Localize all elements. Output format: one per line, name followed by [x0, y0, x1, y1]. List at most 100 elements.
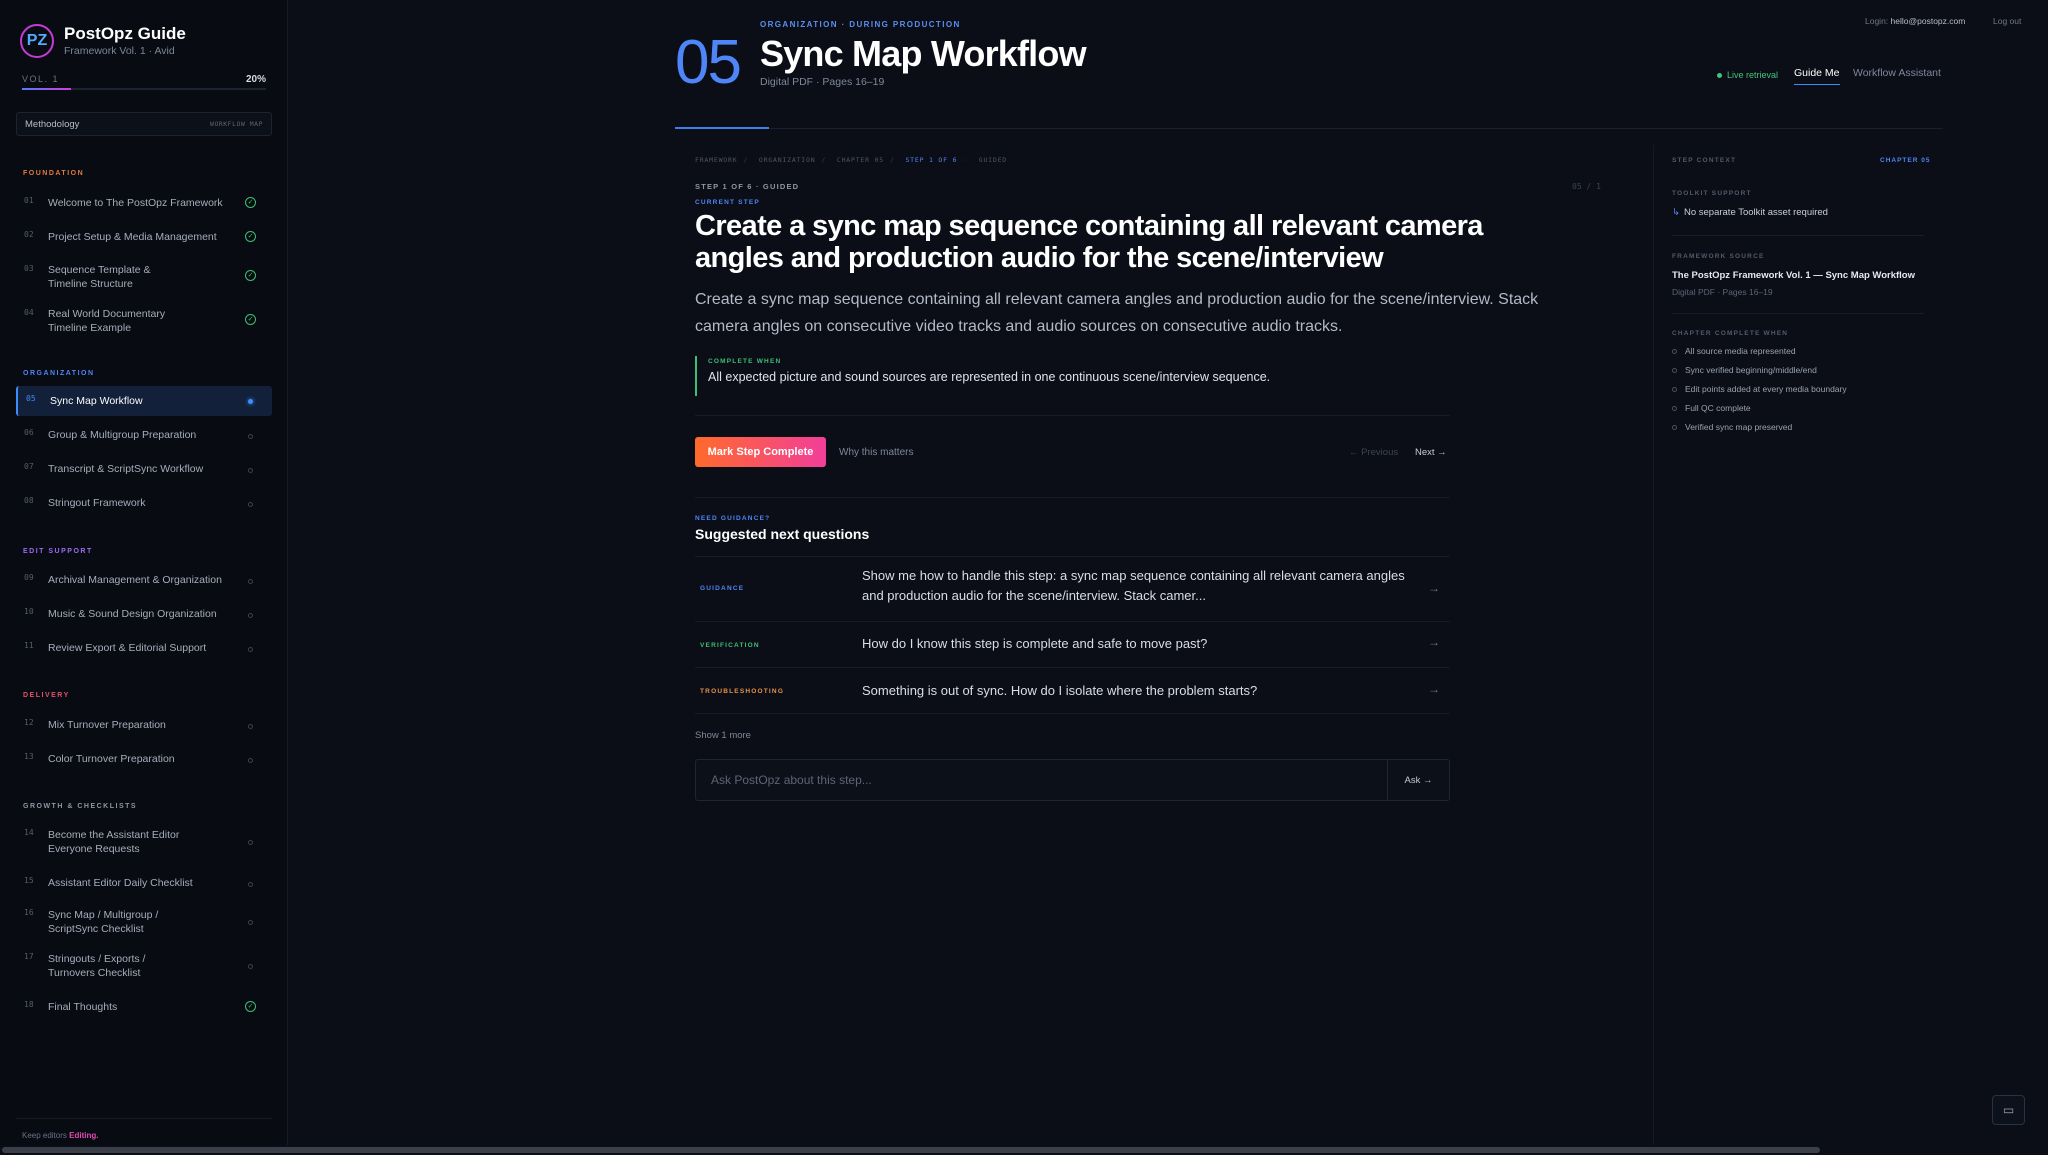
suggested-question-guidance[interactable]: GUIDANCE Show me how to handle this step… [695, 556, 1450, 621]
breadcrumb-mode: GUIDED [978, 156, 1008, 164]
why-this-matters-link[interactable]: Why this matters [839, 447, 913, 458]
divider [695, 497, 1450, 498]
item-label: Assistant Editor Daily Checklist [48, 877, 193, 889]
live-label: Live retrieval [1727, 70, 1779, 80]
suggested-question-verification[interactable]: VERIFICATION How do I know this step is … [695, 621, 1450, 667]
section-growth-checklists: GROWTH & CHECKLISTS [23, 803, 138, 810]
previous-button[interactable]: ← Previous [1349, 447, 1398, 458]
sidebar-item-16[interactable]: 16 Sync Map / Multigroup / ScriptSync Che… [16, 902, 272, 942]
workflow-map-link[interactable]: WORKFLOW MAP [210, 120, 263, 128]
tab-workflow-assistant[interactable]: Workflow Assistant [1853, 67, 1941, 79]
sidebar-item-15[interactable]: 15 Assistant Editor Daily Checklist [16, 870, 272, 900]
page-subtitle: Digital PDF · Pages 16–19 [760, 76, 885, 88]
item-label: Transcript & ScriptSync Workflow [48, 463, 204, 475]
item-label: Stringout Framework [48, 497, 146, 509]
checklist-item: Full QC complete [1672, 403, 1751, 413]
live-dot-icon [1717, 73, 1722, 79]
sidebar-item-07[interactable]: 07 Transcript & ScriptSync Workflow [16, 454, 272, 484]
sidebar: PZ PostOpz Guide Framework Vol. 1 · Avid… [0, 0, 288, 1145]
pending-circle-icon [248, 724, 253, 729]
footer-prefix: Keep editors [22, 1131, 67, 1140]
sidebar-item-03[interactable]: 03 Sequence Template & Timeline Structure… [16, 256, 272, 296]
logout-link[interactable]: Log out [1993, 16, 2021, 26]
sidebar-item-11[interactable]: 11 Review Export & Editorial Support [16, 633, 272, 663]
volume-label: VOL. 1 [22, 74, 60, 84]
context-chapter-link[interactable]: CHAPTER 05 [1880, 157, 1930, 164]
checklist-item: Sync verified beginning/middle/end [1672, 365, 1817, 375]
section-foundation: FOUNDATION [23, 170, 85, 177]
sidebar-item-08[interactable]: 08 Stringout Framework [16, 488, 272, 518]
question-tag: GUIDANCE [700, 585, 745, 592]
brand[interactable]: PZ PostOpz Guide Framework Vol. 1 · Avid [20, 24, 186, 58]
volume-progress-fill [22, 88, 71, 90]
item-label: Real World Documentary Timeline Example [48, 308, 166, 334]
ask-box: Ask → [695, 759, 1450, 801]
sidebar-item-12[interactable]: 12 Mix Turnover Preparation [16, 710, 272, 740]
pending-circle-icon [248, 434, 253, 439]
breadcrumb-organization[interactable]: ORGANIZATION [759, 156, 816, 164]
sidebar-item-17[interactable]: 17 Stringouts / Exports / Turnovers Check… [16, 946, 272, 986]
breadcrumb-framework[interactable]: FRAMEWORK [695, 156, 737, 164]
next-button[interactable]: Next → [1415, 447, 1447, 458]
item-label: Stringouts / Exports / Turnovers Checkli… [48, 953, 146, 979]
sidebar-item-09[interactable]: 09 Archival Management & Organization [16, 565, 272, 595]
pending-circle-icon [248, 502, 253, 507]
ask-input[interactable] [697, 761, 1387, 799]
section-edit-support: EDIT SUPPORT [23, 548, 93, 555]
login-label: Login: [1865, 16, 1889, 26]
sidebar-item-10[interactable]: 10 Music & Sound Design Organization [16, 599, 272, 629]
mark-step-complete-button[interactable]: Mark Step Complete [695, 437, 826, 467]
framework-source-title[interactable]: The PostOpz Framework Vol. 1 — Sync Map … [1672, 270, 1915, 281]
pending-circle-icon [248, 882, 253, 887]
item-number: 17 [24, 952, 34, 961]
check-icon: ✓ [245, 231, 256, 242]
tab-guide-me[interactable]: Guide Me [1794, 67, 1840, 85]
horizontal-scrollbar-thumb[interactable] [2, 1147, 1820, 1153]
ask-button[interactable]: Ask → [1387, 760, 1449, 800]
header-divider [675, 128, 1943, 129]
vertical-scrollbar[interactable] [2043, 0, 2048, 1145]
live-retrieval-status: Live retrieval [1717, 70, 1778, 80]
item-label: Project Setup & Media Management [48, 231, 217, 243]
step-counter: 05 / 1 [1572, 182, 1601, 191]
sidebar-item-04[interactable]: 04 Real World Documentary Timeline Exampl… [16, 300, 272, 340]
question-text: How do I know this step is complete and … [862, 636, 1208, 651]
item-number: 08 [24, 496, 34, 505]
context-panel-divider [1653, 145, 1654, 1145]
breadcrumb: FRAMEWORK / ORGANIZATION / CHAPTER 05/ STE… [695, 156, 1008, 164]
login-info: Login: hello@postopz.com [1865, 16, 1965, 26]
brand-subtitle: Framework Vol. 1 · Avid [64, 45, 175, 57]
question-text: Show me how to handle this step: a sync … [862, 568, 1405, 603]
complete-when-callout: COMPLETE WHEN All expected picture and s… [695, 356, 1450, 396]
sidebar-item-13[interactable]: 13 Color Turnover Preparation [16, 744, 272, 774]
show-more-link[interactable]: Show 1 more [695, 730, 751, 741]
volume-progress-row: VOL. 1 20% [22, 74, 266, 86]
sidebar-item-05[interactable]: 05 Sync Map Workflow [16, 386, 272, 416]
brand-title: PostOpz Guide [64, 24, 186, 43]
chapter-number: 05 [675, 28, 742, 97]
methodology-select[interactable]: Methodology WORKFLOW MAP [16, 112, 272, 136]
sidebar-item-02[interactable]: 02 Project Setup & Media Management ✓ [16, 222, 272, 252]
framework-source-subtitle: Digital PDF · Pages 16–19 [1672, 287, 1773, 297]
sidebar-item-01[interactable]: 01 Welcome to The PostOpz Framework ✓ [16, 188, 272, 218]
horizontal-scrollbar[interactable] [0, 1145, 2048, 1155]
sidebar-item-14[interactable]: 14 Become the Assistant Editor Everyone R… [16, 822, 272, 862]
header-divider-accent [675, 127, 769, 129]
sidebar-item-18[interactable]: 18 Final Thoughts ✓ [16, 992, 272, 1022]
item-label: Color Turnover Preparation [48, 753, 175, 765]
checklist-item: Verified sync map preserved [1672, 422, 1792, 432]
empty-circle-icon [1672, 368, 1677, 374]
corner-arrow-icon: ↳ [1672, 207, 1680, 218]
chat-bubble-button[interactable]: ▭ [1992, 1095, 2025, 1125]
sidebar-item-06[interactable]: 06 Group & Multigroup Preparation [16, 420, 272, 450]
item-label: Review Export & Editorial Support [48, 642, 207, 654]
item-number: 18 [24, 1000, 34, 1009]
item-number: 12 [24, 718, 34, 727]
item-number: 06 [24, 428, 34, 437]
pending-circle-icon [248, 647, 253, 652]
toolkit-support-value: ↳ No separate Toolkit asset required [1672, 207, 1828, 218]
chapter-kicker: ORGANIZATION · DURING PRODUCTION [760, 20, 961, 29]
pending-circle-icon [248, 579, 253, 584]
breadcrumb-chapter[interactable]: CHAPTER 05 [837, 156, 884, 164]
suggested-question-troubleshooting[interactable]: TROUBLESHOOTING Something is out of sync… [695, 667, 1450, 713]
